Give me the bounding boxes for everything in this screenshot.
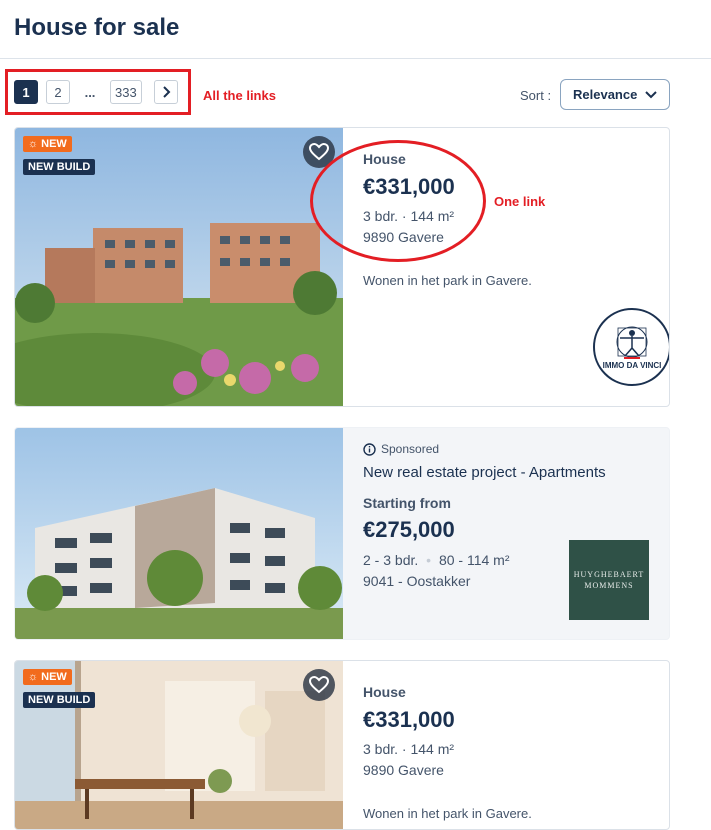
annotation-box-all-links: [5, 69, 191, 115]
annotation-one-link: One link: [494, 194, 546, 209]
property-location: 9041 - Oostakker: [363, 573, 471, 589]
chevron-down-icon: [645, 90, 657, 98]
agency-logo[interactable]: IMMO DA VINCI: [593, 308, 669, 386]
sponsored-card[interactable]: Sponsored New real estate project - Apar…: [14, 427, 670, 640]
project-details: Sponsored New real estate project - Apar…: [363, 428, 669, 639]
project-title[interactable]: New real estate project - Apartments: [363, 464, 606, 481]
favorite-button[interactable]: [303, 669, 335, 701]
sponsored-label: Sponsored: [381, 442, 440, 456]
property-specs: 2 - 3 bdr. • 80 - 114 m²: [363, 552, 510, 568]
annotation-all-links: All the links: [203, 88, 276, 103]
agency-name-line1: HUYGHEBAERT: [573, 570, 645, 579]
new-badge: ☼ NEW: [23, 669, 72, 685]
property-specs: 3 bdr. · 144 m²: [363, 741, 455, 757]
page-title: House for sale: [14, 14, 180, 41]
property-type: House: [363, 684, 406, 700]
property-location: 9890 Gavere: [363, 762, 444, 778]
vitruvian-man-icon: [616, 326, 648, 359]
listing-details: House €331,000 3 bdr. · 144 m² 9890 Gave…: [363, 661, 669, 829]
sponsored-tag: Sponsored: [363, 442, 439, 456]
agency-logo[interactable]: HUYGHEBAERT MOMMENS: [569, 540, 649, 620]
listing-card[interactable]: ☼ NEW NEW BUILD House €331,000 3 bdr. · …: [14, 660, 670, 830]
property-description: Wonen in het park in Gavere.: [363, 273, 532, 288]
sort-dropdown[interactable]: Relevance: [560, 79, 670, 110]
divider: [0, 58, 711, 59]
info-icon: [363, 442, 376, 456]
annotation-oval-one-link: [310, 140, 486, 262]
bedrooms-range: 2 - 3 bdr.: [363, 552, 419, 568]
heart-icon: [309, 676, 329, 694]
new-build-badge: NEW BUILD: [23, 692, 96, 708]
price[interactable]: €331,000: [363, 707, 455, 733]
price[interactable]: €275,000: [363, 517, 455, 543]
sort-value: Relevance: [573, 87, 638, 102]
heart-icon: [309, 143, 329, 161]
project-photo[interactable]: [15, 428, 343, 639]
new-badge: ☼ NEW: [23, 136, 72, 152]
price-prefix: Starting from: [363, 495, 451, 511]
new-build-badge: NEW BUILD: [23, 159, 96, 175]
agency-name: IMMO DA VINCI: [602, 360, 662, 370]
agency-name-line2: MOMMENS: [584, 581, 634, 590]
property-description: Wonen in het park in Gavere.: [363, 806, 532, 821]
sort-label: Sort :: [520, 88, 552, 103]
listing-photo[interactable]: ☼ NEW NEW BUILD: [15, 128, 343, 406]
area-range: 80 - 114 m²: [438, 552, 510, 568]
listing-photo[interactable]: ☼ NEW NEW BUILD: [15, 661, 343, 829]
